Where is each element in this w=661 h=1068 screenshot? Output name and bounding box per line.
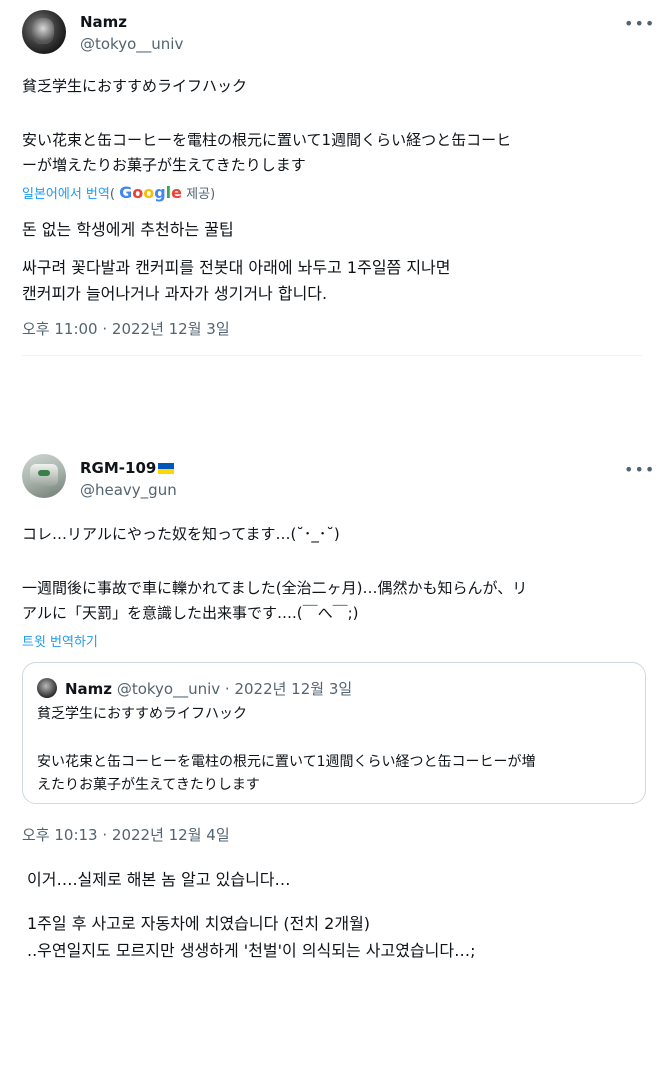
translation-line: ..우연일지도 모르지만 생생하게 '천벌'이 의식되는 사고였습니다…; (27, 941, 476, 960)
author-handle[interactable]: @tokyo__univ (80, 35, 183, 53)
quoted-author: Namz @tokyo__univ · 2022년 12월 3일 (65, 680, 353, 698)
quoted-text-line: 貧乏学生におすすめライフハック (37, 706, 247, 722)
more-horizontal-icon[interactable]: ••• (624, 14, 655, 33)
timestamp[interactable]: 오후 10:13 · 2022년 12월 4일 (22, 824, 230, 845)
translation-line: 이거….실제로 해본 놈 알고 있습니다… (27, 870, 291, 889)
translation-line: 1주일 후 사고로 자동차에 치였습니다 (전치 2개월) (27, 914, 371, 933)
tweet-text-line: 貧乏学生におすすめライフハック (22, 77, 248, 95)
tweet-text-line: ーが増えたりお菓子が生えてきたりします (22, 156, 306, 174)
more-horizontal-icon[interactable]: ••• (624, 460, 655, 479)
quoted-tweet[interactable]: Namz @tokyo__univ · 2022년 12월 3일 貧乏学生におす… (22, 662, 646, 804)
translation-attribution[interactable]: 일본어에서 번역( Google 제공) (22, 183, 215, 202)
translated-text-line: 싸구려 꽃다발과 캔커피를 전봇대 아래에 놔두고 1주일쯤 지나면 (22, 258, 451, 277)
translate-tweet-link[interactable]: 트윗 번역하기 (22, 631, 98, 650)
avatar[interactable] (22, 454, 66, 498)
tweet-text-line: コレ…リアルにやった奴を知ってます…(˘･_･˘) (22, 525, 340, 543)
translated-text-line: 돈 없는 학생에게 추천하는 꿀팁 (22, 220, 234, 239)
translated-from-label[interactable]: 일본어에서 번역 (22, 187, 110, 202)
ukraine-flag-icon (158, 463, 175, 474)
author-handle[interactable]: @heavy_gun (80, 481, 177, 499)
tweet-text-line: アルに「天罰」を意識した出来事です….(￣へ￣;) (22, 604, 359, 622)
translated-text-line: 캔커피가 늘어나거나 과자가 생기거나 합니다. (22, 284, 328, 303)
tweet-text-line: 一週間後に事故で車に轢かれてました(全治二ヶ月)…偶然かも知らんが、リ (22, 579, 528, 597)
author-name[interactable]: RGM-109 (80, 459, 175, 477)
author-name[interactable]: Namz (80, 13, 127, 31)
avatar[interactable] (22, 10, 66, 54)
google-logo: Google (119, 183, 183, 202)
avatar (37, 678, 57, 698)
quoted-text-line: えたりお菓子が生えてきたりします (37, 777, 260, 793)
quoted-text-line: 安い花束と缶コーヒーを電柱の根元に置いて1週間くらい経つと缶コーヒーが増 (37, 754, 536, 770)
divider (22, 355, 642, 356)
tweet-text-line: 安い花束と缶コーヒーを電柱の根元に置いて1週間くらい経つと缶コーヒ (22, 131, 512, 149)
tweet-card: Namz @tokyo__univ ••• 貧乏学生におすすめライフハック 安い… (0, 0, 661, 362)
timestamp[interactable]: 오후 11:00 · 2022년 12월 3일 (22, 318, 230, 339)
